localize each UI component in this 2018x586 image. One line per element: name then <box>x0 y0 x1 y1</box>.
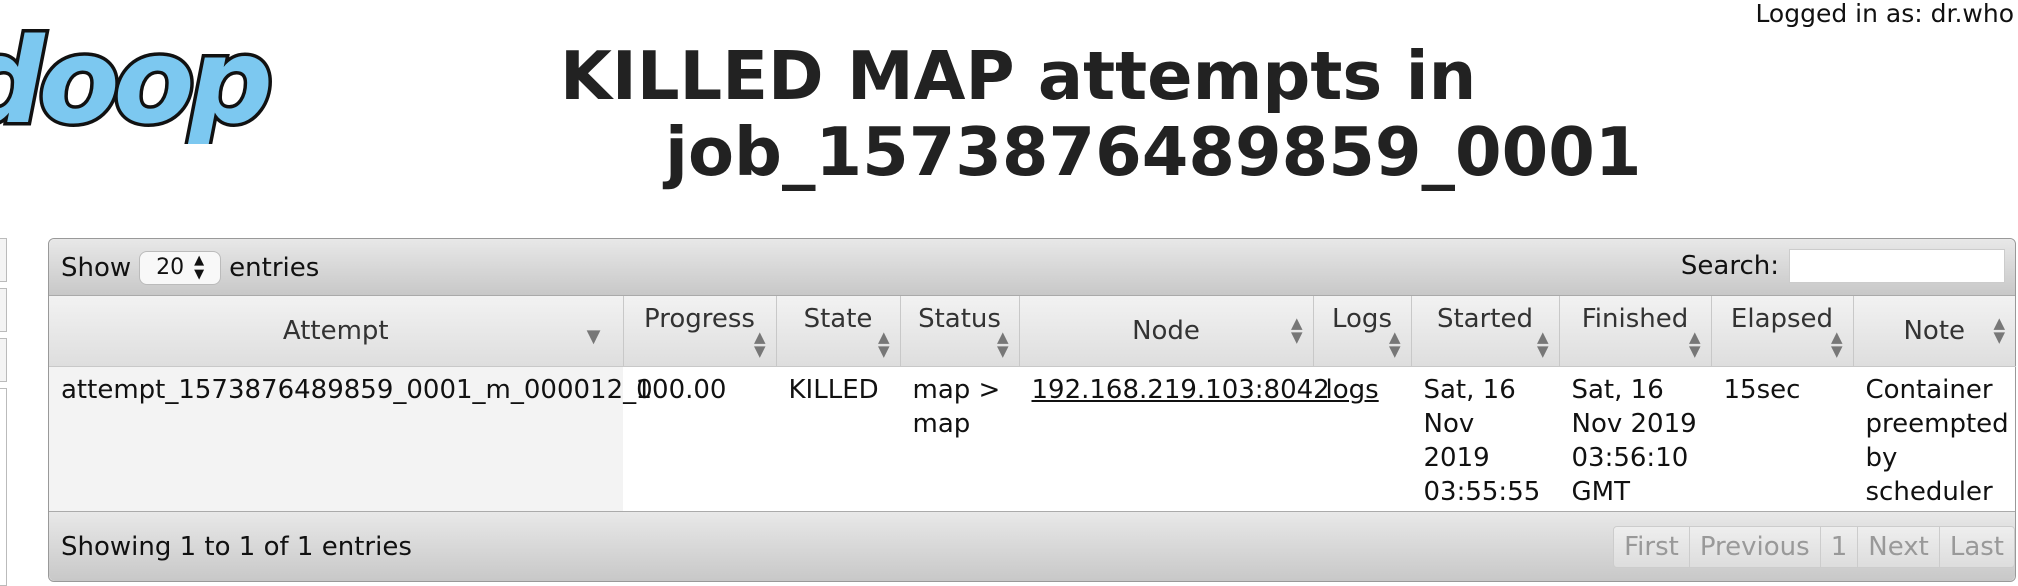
sort-both-icon: ▲ ▼ <box>753 328 766 360</box>
side-nav-tab[interactable] <box>0 238 7 282</box>
column-header-elapsed[interactable]: Elapsed ▲ ▼ <box>1711 296 1854 367</box>
attempts-table: Attempt ▼ Progress ▲ ▼ State ▲ ▼ Status ▲ ▼… <box>49 296 2016 543</box>
column-header-status[interactable]: Status ▲ ▼ <box>900 296 1020 367</box>
logo-text: doop <box>0 24 269 144</box>
column-header-started[interactable]: Started ▲ ▼ <box>1411 296 1560 367</box>
table-toolbar: Show 20 ▲ ▼ entries Search: <box>49 239 2015 296</box>
pager-last-button[interactable]: Last <box>1938 527 2014 567</box>
column-header-note[interactable]: Note ▲ ▼ <box>1853 296 2015 367</box>
sort-both-icon: ▲ ▼ <box>1290 314 1303 346</box>
logs-link[interactable]: logs <box>1326 375 1379 405</box>
attempts-table-panel: Show 20 ▲ ▼ entries Search: Attempt ▼ Pr… <box>48 238 2016 582</box>
pager-first-button[interactable]: First <box>1614 527 1689 567</box>
column-header-progress[interactable]: Progress ▲ ▼ <box>623 296 777 367</box>
sort-both-icon: ▲ ▼ <box>1536 328 1549 360</box>
sort-both-icon: ▲ ▼ <box>877 328 890 360</box>
page-title-line1: KILLED MAP attempts in <box>560 37 1477 115</box>
sort-both-icon: ▲ ▼ <box>1388 328 1401 360</box>
hadoop-logo[interactable]: doop <box>0 9 300 154</box>
side-nav-panel <box>0 388 7 586</box>
side-nav-tab[interactable] <box>0 288 7 332</box>
pager-previous-button[interactable]: Previous <box>1688 527 1820 567</box>
sort-desc-icon: ▼ <box>586 326 601 347</box>
entries-length-control: Show 20 ▲ ▼ entries <box>61 251 319 285</box>
search-label: Search: <box>1680 251 1779 281</box>
search-input[interactable] <box>1789 249 2005 283</box>
sort-both-icon: ▲ ▼ <box>1993 314 2005 346</box>
node-link[interactable]: 192.168.219.103:8042 <box>1032 375 1330 405</box>
column-header-attempt[interactable]: Attempt ▼ <box>49 296 624 367</box>
entries-select[interactable]: 20 ▲ ▼ <box>139 251 222 285</box>
search-control: Search: <box>1681 249 2005 283</box>
column-header-logs[interactable]: Logs ▲ ▼ <box>1313 296 1412 367</box>
side-nav-tab[interactable] <box>0 338 7 382</box>
sort-both-icon: ▲ ▼ <box>996 328 1009 360</box>
pager-page-1-button[interactable]: 1 <box>1819 527 1858 567</box>
column-header-finished[interactable]: Finished ▲ ▼ <box>1559 296 1712 367</box>
logged-in-user: Logged in as: dr.who <box>1755 0 2014 28</box>
sort-both-icon: ▲ ▼ <box>1830 328 1843 360</box>
show-label: Show <box>61 253 132 283</box>
table-info: Showing 1 to 1 of 1 entries <box>61 532 412 562</box>
pager-next-button[interactable]: Next <box>1857 527 1939 567</box>
sort-both-icon: ▲ ▼ <box>1688 328 1701 360</box>
entries-select-value: 20 <box>156 255 185 280</box>
column-header-node[interactable]: Node ▲ ▼ <box>1019 296 1314 367</box>
page-title-line2: job_1573876489859_0001 <box>665 113 1642 191</box>
pagination: First Previous 1 Next Last <box>1613 526 2015 568</box>
table-footer: Showing 1 to 1 of 1 entries First Previo… <box>49 511 2015 581</box>
page-title: KILLED MAP attempts in job_1573876489859… <box>560 38 1670 190</box>
entries-label: entries <box>229 253 320 283</box>
column-header-state[interactable]: State ▲ ▼ <box>776 296 901 367</box>
select-arrows-icon: ▲ ▼ <box>194 253 205 282</box>
table-header-row: Attempt ▼ Progress ▲ ▼ State ▲ ▼ Status ▲ ▼… <box>49 296 2015 367</box>
